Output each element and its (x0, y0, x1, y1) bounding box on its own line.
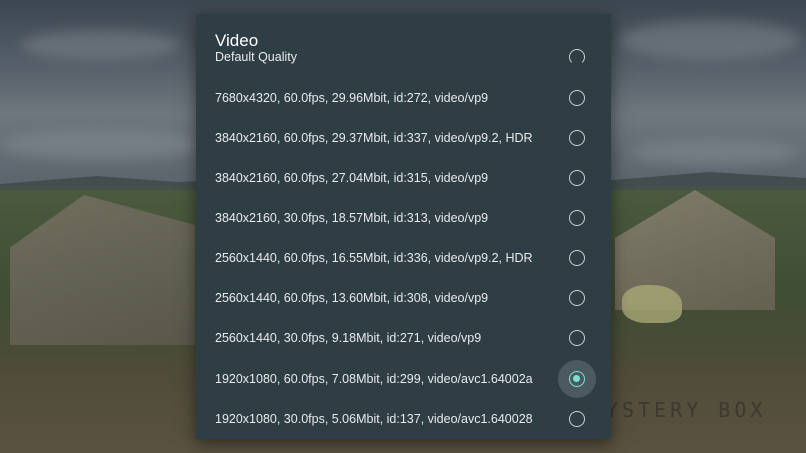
background-cloud (20, 30, 180, 60)
radio-button-icon[interactable] (569, 49, 585, 65)
quality-option-default[interactable]: Default Quality (196, 37, 611, 77)
quality-option-1920x1080-60[interactable]: 1920x1080, 60.0fps, 7.08Mbit, id:299, vi… (196, 359, 611, 399)
video-quality-dialog: Video Default Quality 7680x4320, 60.0fps… (196, 14, 611, 439)
background-cloud (630, 140, 800, 165)
option-label: 2560x1440, 60.0fps, 16.55Mbit, id:336, v… (215, 251, 533, 265)
option-label: 2560x1440, 60.0fps, 13.60Mbit, id:308, v… (215, 291, 489, 305)
radio-button-icon[interactable] (569, 210, 585, 226)
background-sack (622, 285, 682, 323)
radio-button-icon[interactable] (569, 90, 585, 106)
radio-button-icon[interactable] (569, 330, 585, 346)
quality-option-3840x2160-60-hdr[interactable]: 3840x2160, 60.0fps, 29.37Mbit, id:337, v… (196, 118, 611, 158)
radio-button-icon[interactable] (569, 290, 585, 306)
background-cloud (0, 130, 200, 160)
radio-button-icon[interactable] (569, 411, 585, 427)
quality-option-3840x2160-60[interactable]: 3840x2160, 60.0fps, 27.04Mbit, id:315, v… (196, 158, 611, 198)
screen: YSTERY BOX Video Default Quality 7680x43… (0, 0, 806, 453)
radio-button-icon[interactable] (569, 250, 585, 266)
option-label: 1920x1080, 60.0fps, 7.08Mbit, id:299, vi… (215, 372, 533, 386)
option-label: 3840x2160, 30.0fps, 18.57Mbit, id:313, v… (215, 211, 489, 225)
option-label: 2560x1440, 30.0fps, 9.18Mbit, id:271, vi… (215, 331, 482, 345)
radio-button-icon[interactable] (569, 170, 585, 186)
option-label: 1920x1080, 30.0fps, 5.06Mbit, id:137, vi… (215, 412, 533, 426)
quality-option-1920x1080-30[interactable]: 1920x1080, 30.0fps, 5.06Mbit, id:137, vi… (196, 399, 611, 439)
watermark-text: YSTERY BOX (606, 398, 767, 422)
quality-option-7680x4320-60[interactable]: 7680x4320, 60.0fps, 29.96Mbit, id:272, v… (196, 78, 611, 118)
quality-option-2560x1440-60-hdr[interactable]: 2560x1440, 60.0fps, 16.55Mbit, id:336, v… (196, 238, 611, 278)
quality-option-2560x1440-30[interactable]: 2560x1440, 30.0fps, 9.18Mbit, id:271, vi… (196, 318, 611, 358)
option-label: 7680x4320, 60.0fps, 29.96Mbit, id:272, v… (215, 91, 489, 105)
background-cloud (620, 20, 800, 60)
quality-option-3840x2160-30[interactable]: 3840x2160, 30.0fps, 18.57Mbit, id:313, v… (196, 198, 611, 238)
quality-option-2560x1440-60[interactable]: 2560x1440, 60.0fps, 13.60Mbit, id:308, v… (196, 278, 611, 318)
option-label: Default Quality (215, 50, 297, 64)
radio-button-checked-icon[interactable] (569, 371, 585, 387)
radio-button-icon[interactable] (569, 130, 585, 146)
option-label: 3840x2160, 60.0fps, 29.37Mbit, id:337, v… (215, 131, 533, 145)
option-label: 3840x2160, 60.0fps, 27.04Mbit, id:315, v… (215, 171, 489, 185)
